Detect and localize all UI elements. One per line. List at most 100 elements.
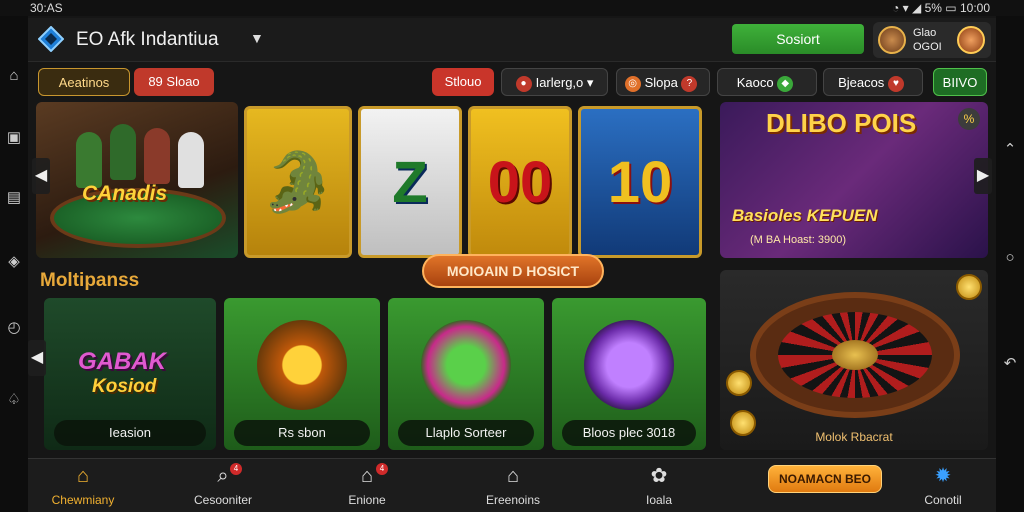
player-figure	[144, 128, 170, 184]
game-card[interactable]: Bloos plec 3018	[552, 298, 706, 450]
nav-label: Enione	[348, 493, 386, 507]
circle-icon[interactable]: ○	[1000, 248, 1020, 268]
coin-icon	[956, 274, 982, 300]
game-card-label: Bloos plec 3018	[562, 420, 696, 446]
percent-badge-icon: %	[958, 108, 980, 130]
tag-icon[interactable]: ◈	[4, 252, 24, 272]
slot-tile-dragon[interactable]: 🐊	[244, 106, 352, 258]
chip-7-label: Bjeacos	[838, 75, 885, 90]
roulette-wheel-icon	[750, 292, 960, 418]
avatar[interactable]	[878, 26, 906, 54]
left-side-rail: ⌂ ▣ ▤ ◈ ◴ ♤	[0, 16, 28, 512]
gear-icon: ✹	[934, 465, 952, 487]
battery-level: 5%	[924, 1, 942, 15]
nav-label: Ioala	[645, 493, 673, 507]
app-title-text: Afk Indantiua	[107, 29, 219, 50]
bag-icon[interactable]: ▤	[4, 188, 24, 208]
nav-item-4[interactable]: ⌂ Ereenoins	[458, 463, 568, 507]
chip-6-label: Kaoco	[736, 75, 774, 90]
status-bar: 30:AS ◔ ▾ ◢ 5% ▭ 10:00	[0, 0, 1024, 16]
chip-icon: ◎	[624, 75, 641, 92]
promo-pill-button[interactable]: MOIOAIN D HOSICT	[422, 254, 604, 288]
roulette-card[interactable]: Molok Rbacrat	[720, 270, 988, 450]
game-card-label: Ieasion	[54, 420, 206, 446]
status-right: ◔ ▾ ◢ 5% ▭ 10:00	[892, 1, 990, 15]
slot-z-glyph: Z	[392, 150, 428, 215]
filter-chip-active[interactable]: Aeatinos	[38, 68, 130, 96]
nav-label: Ereenoins	[485, 493, 541, 507]
app-logo-icon	[38, 26, 64, 52]
coin-icon	[726, 370, 752, 396]
orb-icon	[584, 320, 674, 410]
back-icon[interactable]: ↶	[1000, 354, 1020, 374]
nav-label: Cesooniter	[193, 493, 253, 507]
nav-label: Conotil	[924, 493, 962, 507]
promo-detail: (M BA Hoast: 3900)	[750, 234, 846, 246]
nav-item-3[interactable]: ⌂ 4 Enione	[312, 463, 422, 507]
nav-item-home[interactable]: ⌂ Chewmiany	[28, 463, 138, 507]
game-card-label: Rs sbon	[234, 420, 370, 446]
roulette-label: Molok Rbacrat	[815, 430, 893, 444]
heart-icon: ♥	[887, 75, 904, 92]
home-outline-icon[interactable]: ⌂	[4, 66, 24, 86]
signin-button[interactable]: Sosiort	[732, 24, 864, 54]
filter-chip-4[interactable]: ● Iarlerg,o ▾	[501, 68, 608, 96]
nav-item-search[interactable]: ⌕ 4 Cesooniter	[168, 463, 278, 507]
creature-icon	[421, 320, 511, 410]
player-figure	[178, 132, 204, 188]
chip-4-label: Iarlerg,o	[535, 75, 584, 90]
game-card[interactable]: Rs sbon	[224, 298, 380, 450]
dealer-figure	[110, 124, 136, 180]
carousel-prev-arrow[interactable]: ◀	[32, 158, 50, 194]
slot-tile-10[interactable]: 10	[578, 106, 702, 258]
app-header: EO Afk Indantiua ▼ Sosiort Glao OGOI	[28, 18, 996, 62]
wheel-hub	[832, 340, 878, 370]
chevron-down-icon[interactable]: ▼	[250, 30, 264, 46]
section-prev-arrow[interactable]: ◀	[28, 340, 46, 376]
slot-tile-z[interactable]: Z	[358, 106, 462, 258]
slot-tile-00[interactable]: 00	[468, 106, 572, 258]
house-icon: ⌂	[506, 465, 520, 487]
filter-chip-7[interactable]: Bjeacos ♥	[823, 68, 923, 96]
bell-icon[interactable]: ♤	[4, 390, 24, 410]
promo-banner-right[interactable]: DLIBO POIS % Basioles KEPUEN (M BA Hoast…	[720, 102, 988, 258]
profile-line-1: Glao	[913, 27, 937, 39]
dealer-figure	[76, 132, 102, 188]
window-icon[interactable]: ▣	[4, 128, 24, 148]
home-icon: ⌂	[76, 465, 90, 487]
bonus-button[interactable]: NOAMACN BEO	[768, 465, 882, 493]
avatar-secondary[interactable]	[957, 26, 985, 54]
filter-chip-5[interactable]: ◎ Slopa ?	[616, 68, 710, 96]
settings-icon: ✿	[650, 465, 668, 487]
chevron-up-icon[interactable]: ⌃	[1000, 140, 1020, 160]
game-card[interactable]: Llaplo Sorteer	[388, 298, 544, 450]
diamond-icon: ◆	[777, 75, 794, 92]
filter-chip-3[interactable]: Stlouo	[432, 68, 494, 96]
right-side-rail: ⌃ ○ ↶	[996, 16, 1024, 512]
app-screen: 30:AS ◔ ▾ ◢ 5% ▭ 10:00 ⌂ ▣ ▤ ◈ ◴ ♤ ⌃ ○ ↶…	[0, 0, 1024, 512]
slot-10-glyph: 10	[607, 150, 673, 215]
promo-subtitle: Basioles KEPUEN	[732, 206, 878, 225]
filter-chip-slots[interactable]: 89 Sloao	[134, 68, 214, 96]
filter-chip-8[interactable]: BIIVO	[933, 68, 987, 96]
nav-label: Chewmiany	[51, 493, 115, 507]
game-card-label: Llaplo Sorteer	[398, 420, 534, 446]
slot-00-glyph: 00	[487, 150, 553, 215]
notification-badge: 4	[376, 463, 388, 475]
app-title: EO Afk Indantiua	[76, 29, 219, 51]
nav-item-6[interactable]: ✹ Conotil	[888, 463, 998, 507]
dragon-icon: 🐊	[261, 150, 335, 215]
profile-text: Glao OGOI	[913, 26, 942, 54]
carousel-next-arrow[interactable]: ▶	[974, 158, 992, 194]
section-title: Moltipanss	[40, 270, 140, 291]
nav-item-5[interactable]: ✿ Ioala	[604, 463, 714, 507]
game-card[interactable]: GABAK Kosiod Ieasion	[44, 298, 216, 450]
profile-chip[interactable]: Glao OGOI	[873, 22, 991, 58]
live-casino-banner[interactable]: CAnadis	[36, 102, 238, 258]
chip-badge-icon: ?	[681, 75, 698, 92]
bottom-navigation: ⌂ Chewmiany ⌕ 4 Cesooniter ⌂ 4 Enione ⌂ …	[28, 458, 996, 512]
notification-badge: 4	[230, 463, 242, 475]
filter-chip-6[interactable]: Kaoco ◆	[717, 68, 817, 96]
clock-icon[interactable]: ◴	[4, 318, 24, 338]
game-title: GABAK	[78, 348, 166, 375]
